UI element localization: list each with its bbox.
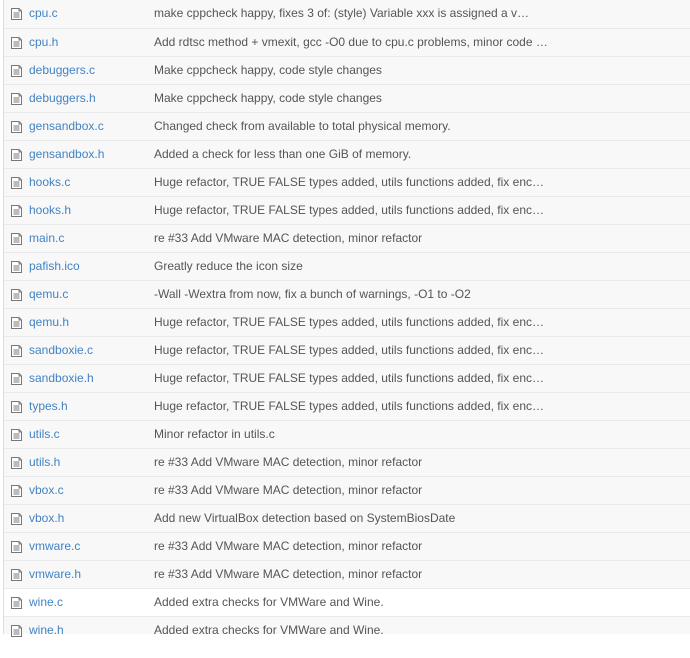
file-text-icon: [11, 401, 22, 413]
file-name-link[interactable]: wine.h: [29, 623, 64, 637]
file-row: gensandbox.h Added a check for less than…: [4, 140, 690, 168]
file-text-icon: [11, 625, 22, 637]
file-row: hooks.h Huge refactor, TRUE FALSE types …: [4, 196, 690, 224]
file-text-icon: [11, 317, 22, 329]
commit-message-link[interactable]: Greatly reduce the icon size: [154, 259, 303, 273]
file-text-icon: [11, 345, 22, 357]
file-text-icon: [11, 429, 22, 441]
file-row: utils.h re #33 Add VMware MAC detection,…: [4, 448, 690, 476]
file-row: wine.c Added extra checks for VMWare and…: [4, 588, 690, 616]
commit-message-link[interactable]: re #33 Add VMware MAC detection, minor r…: [154, 483, 422, 497]
file-text-icon: [11, 121, 22, 133]
file-name-link[interactable]: utils.c: [29, 427, 60, 441]
file-name-link[interactable]: sandboxie.h: [29, 371, 94, 385]
file-name-link[interactable]: vbox.h: [29, 511, 64, 525]
commit-message-link[interactable]: Make cppcheck happy, code style changes: [154, 91, 382, 105]
commit-message-link[interactable]: re #33 Add VMware MAC detection, minor r…: [154, 455, 422, 469]
file-row: vbox.c re #33 Add VMware MAC detection, …: [4, 476, 690, 504]
file-text-icon: [11, 541, 22, 553]
commit-message-link[interactable]: re #33 Add VMware MAC detection, minor r…: [154, 231, 422, 245]
commit-message-link[interactable]: Make cppcheck happy, code style changes: [154, 63, 382, 77]
file-name-link[interactable]: vbox.c: [29, 483, 64, 497]
commit-message-link[interactable]: make cppcheck happy, fixes 3 of: (style)…: [154, 6, 529, 20]
commit-message-link[interactable]: Add rdtsc method + vmexit, gcc -O0 due t…: [154, 35, 548, 49]
file-name-link[interactable]: qemu.c: [29, 287, 68, 301]
file-text-icon: [11, 37, 22, 49]
file-row: cpu.c make cppcheck happy, fixes 3 of: (…: [4, 0, 690, 28]
file-row: sandboxie.h Huge refactor, TRUE FALSE ty…: [4, 364, 690, 392]
file-row: pafish.ico Greatly reduce the icon size: [4, 252, 690, 280]
commit-message-link[interactable]: Huge refactor, TRUE FALSE types added, u…: [154, 203, 544, 217]
file-text-icon: [11, 8, 22, 20]
commit-message-link[interactable]: Add new VirtualBox detection based on Sy…: [154, 511, 455, 525]
file-row: sandboxie.c Huge refactor, TRUE FALSE ty…: [4, 336, 690, 364]
file-text-icon: [11, 93, 22, 105]
file-row: vmware.c re #33 Add VMware MAC detection…: [4, 532, 690, 560]
file-name-link[interactable]: vmware.h: [29, 567, 81, 581]
commit-message-link[interactable]: Added extra checks for VMWare and Wine.: [154, 595, 384, 609]
file-name-link[interactable]: gensandbox.c: [29, 119, 104, 133]
file-name-link[interactable]: hooks.h: [29, 203, 71, 217]
file-list: cpu.c make cppcheck happy, fixes 3 of: (…: [3, 0, 690, 637]
file-row: types.h Huge refactor, TRUE FALSE types …: [4, 392, 690, 420]
file-name-link[interactable]: types.h: [29, 399, 68, 413]
file-name-link[interactable]: utils.h: [29, 455, 60, 469]
file-name-link[interactable]: qemu.h: [29, 315, 69, 329]
file-name-link[interactable]: cpu.c: [29, 6, 58, 20]
commit-message-link[interactable]: Huge refactor, TRUE FALSE types added, u…: [154, 343, 544, 357]
file-row: qemu.h Huge refactor, TRUE FALSE types a…: [4, 308, 690, 336]
commit-message-link[interactable]: Huge refactor, TRUE FALSE types added, u…: [154, 315, 544, 329]
commit-message-link[interactable]: Changed check from available to total ph…: [154, 119, 451, 133]
file-name-link[interactable]: gensandbox.h: [29, 147, 104, 161]
file-name-link[interactable]: debuggers.h: [29, 91, 96, 105]
commit-message-link[interactable]: Minor refactor in utils.c: [154, 427, 275, 441]
commit-message-link[interactable]: Huge refactor, TRUE FALSE types added, u…: [154, 175, 544, 189]
file-text-icon: [11, 597, 22, 609]
file-name-link[interactable]: cpu.h: [29, 35, 58, 49]
file-text-icon: [11, 149, 22, 161]
commit-message-link[interactable]: re #33 Add VMware MAC detection, minor r…: [154, 567, 422, 581]
file-text-icon: [11, 233, 22, 245]
file-text-icon: [11, 261, 22, 273]
file-text-icon: [11, 457, 22, 469]
file-name-link[interactable]: hooks.c: [29, 175, 70, 189]
file-row: wine.h Added extra checks for VMWare and…: [4, 616, 690, 637]
file-name-link[interactable]: pafish.ico: [29, 259, 80, 273]
file-row: vbox.h Add new VirtualBox detection base…: [4, 504, 690, 532]
file-row: hooks.c Huge refactor, TRUE FALSE types …: [4, 168, 690, 196]
file-text-icon: [11, 485, 22, 497]
commit-message-link[interactable]: Added a check for less than one GiB of m…: [154, 147, 411, 161]
file-text-icon: [11, 373, 22, 385]
file-name-link[interactable]: main.c: [29, 231, 64, 245]
commit-message-link[interactable]: re #33 Add VMware MAC detection, minor r…: [154, 539, 422, 553]
file-text-icon: [11, 65, 22, 77]
commit-message-link[interactable]: Added extra checks for VMWare and Wine.: [154, 623, 384, 637]
file-row: cpu.h Add rdtsc method + vmexit, gcc -O0…: [4, 28, 690, 56]
file-name-link[interactable]: debuggers.c: [29, 63, 95, 77]
file-name-link[interactable]: vmware.c: [29, 539, 80, 553]
file-row: main.c re #33 Add VMware MAC detection, …: [4, 224, 690, 252]
file-row: debuggers.h Make cppcheck happy, code st…: [4, 84, 690, 112]
file-row: gensandbox.c Changed check from availabl…: [4, 112, 690, 140]
file-row: vmware.h re #33 Add VMware MAC detection…: [4, 560, 690, 588]
file-text-icon: [11, 177, 22, 189]
file-name-link[interactable]: wine.c: [29, 595, 63, 609]
file-row: utils.c Minor refactor in utils.c: [4, 420, 690, 448]
file-name-link[interactable]: sandboxie.c: [29, 343, 93, 357]
commit-message-link[interactable]: Huge refactor, TRUE FALSE types added, u…: [154, 371, 544, 385]
file-text-icon: [11, 513, 22, 525]
commit-message-link[interactable]: Huge refactor, TRUE FALSE types added, u…: [154, 399, 544, 413]
file-row: qemu.c -Wall -Wextra from now, fix a bun…: [4, 280, 690, 308]
file-row: debuggers.c Make cppcheck happy, code st…: [4, 56, 690, 84]
file-text-icon: [11, 205, 22, 217]
commit-message-link[interactable]: -Wall -Wextra from now, fix a bunch of w…: [154, 287, 471, 301]
file-text-icon: [11, 569, 22, 581]
file-text-icon: [11, 289, 22, 301]
